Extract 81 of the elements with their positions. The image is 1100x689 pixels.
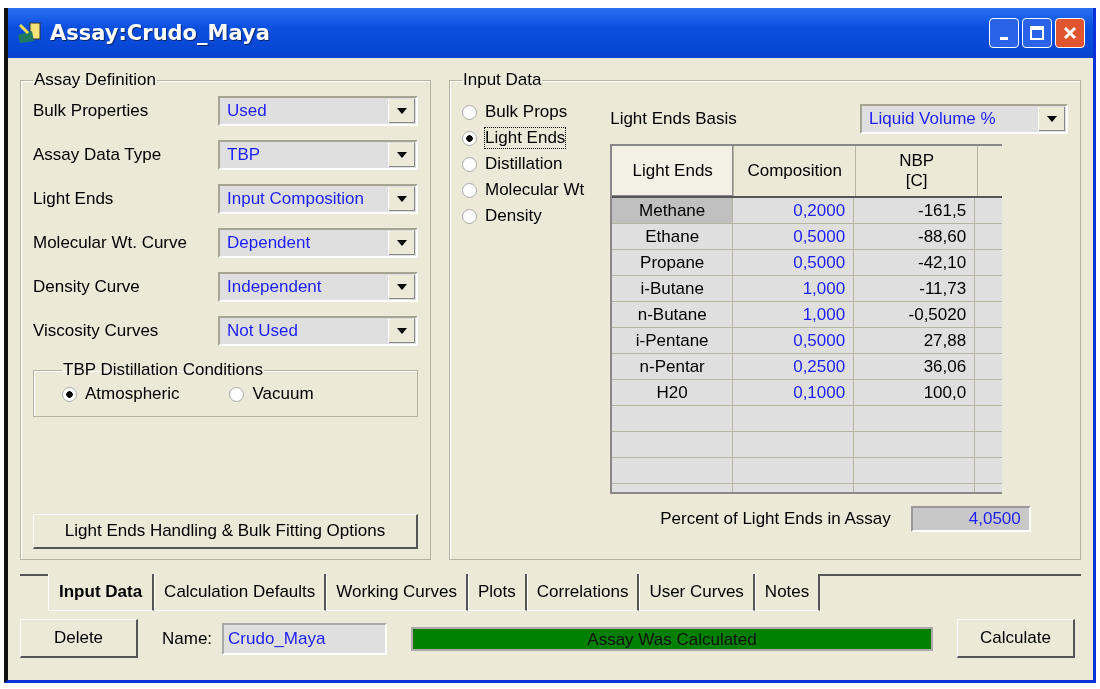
table-cell[interactable]: 1,000 [733,276,855,301]
radio-button[interactable]: Bulk Props [462,102,585,122]
table-cell[interactable]: 0,5000 [733,224,855,249]
table-cell[interactable]: n-Butane [612,302,734,327]
dropdown[interactable]: Liquid Volume % [860,104,1068,134]
dropdown[interactable]: Used [218,96,418,126]
dropdown[interactable]: TBP [218,140,418,170]
table-cell: 27,88 [854,328,976,353]
tab[interactable]: User Curves [639,574,755,611]
table-cell: -88,60 [854,224,976,249]
table-cell[interactable]: 1,000 [733,302,855,327]
minimize-icon [1000,36,1008,40]
table-cell[interactable]: 0,2500 [733,354,855,379]
table-cell[interactable]: Ethane [612,224,734,249]
dropdown[interactable]: Not Used [218,316,418,346]
table-cell[interactable]: 0,5000 [733,328,855,353]
radio-button[interactable]: Density [462,206,585,226]
calculate-button[interactable]: Calculate [957,619,1075,658]
tab[interactable]: Notes [754,574,821,611]
caret-icon [397,196,407,202]
table-cell: -161,5 [854,198,976,223]
dropdown[interactable]: Input Composition [218,184,418,214]
field-label: Molecular Wt. Curve [33,233,187,253]
table-cell: -0,5020 [854,302,976,327]
field-label: Assay Data Type [33,145,162,165]
maximize-button[interactable] [1022,18,1052,48]
options-button[interactable]: Light Ends Handling & Bulk Fitting Options [33,514,418,549]
field-label: Viscosity Curves [33,321,159,341]
name-field[interactable]: Crudo_Maya [222,622,388,655]
dropdown[interactable]: Independent [218,272,418,302]
field-label: Light Ends [33,189,114,209]
table-cell[interactable]: n-Pentar [612,354,734,379]
table-cell: -42,10 [854,250,976,275]
group-title: TBP Distillation Conditions [62,360,264,380]
radio-button[interactable]: Distillation [462,154,585,174]
value-field: 4,0500 [910,506,1031,532]
table-cell[interactable]: Propane [612,250,734,275]
column-header[interactable]: Composition [734,146,857,196]
radio-button[interactable]: Atmospheric [62,384,180,404]
caret-icon [397,240,407,246]
dropdown[interactable]: Dependent [218,228,418,258]
caret-icon [397,328,407,334]
field-label: Percent of Light Ends in Assay [660,509,891,529]
field-label: Bulk Properties [33,101,149,121]
delete-button[interactable]: Delete [20,619,138,658]
column-header[interactable]: NBP [C] [856,146,979,196]
group-title: Input Data [462,70,543,90]
caret-icon [397,152,407,158]
table-cell[interactable]: 0,2000 [733,198,855,223]
maximize-icon [1029,25,1045,41]
field-label: Density Curve [33,277,140,297]
column-header[interactable]: Light Ends [612,146,735,196]
table-cell: 36,06 [854,354,976,379]
tab[interactable]: Correlations [526,574,640,611]
table-cell[interactable]: Methane [612,198,734,223]
table-cell: -11,73 [854,276,976,301]
status-bar: Assay Was Calculated [411,626,933,651]
tab[interactable]: Working Curves [326,574,468,611]
caret-icon [397,284,407,290]
tab[interactable]: Input Data [48,574,155,611]
table-cell: 100,0 [854,380,976,405]
close-icon [1062,25,1078,41]
table-cell[interactable]: i-Butane [612,276,734,301]
caret-icon [397,108,407,114]
caret-icon [1047,116,1057,122]
minimize-button[interactable] [989,18,1019,48]
close-button[interactable] [1055,18,1085,48]
window-title: Assay:Crudo_Maya [50,21,271,45]
radio-button[interactable]: Vacuum [229,384,314,404]
table-cell[interactable]: i-Pentane [612,328,734,353]
table-cell[interactable]: H20 [612,380,734,405]
group-title: Assay Definition [33,70,157,90]
app-icon [16,21,44,45]
field-label: Name: [162,628,213,649]
radio-button[interactable]: Light Ends [462,128,585,148]
radio-button[interactable]: Molecular Wt [462,180,585,200]
tab[interactable]: Calculation Defaults [154,574,327,611]
table-cell[interactable]: 0,1000 [733,380,855,405]
tab[interactable]: Plots [467,574,527,611]
field-label: Light Ends Basis [610,109,737,129]
table-cell[interactable]: 0,5000 [733,250,855,275]
